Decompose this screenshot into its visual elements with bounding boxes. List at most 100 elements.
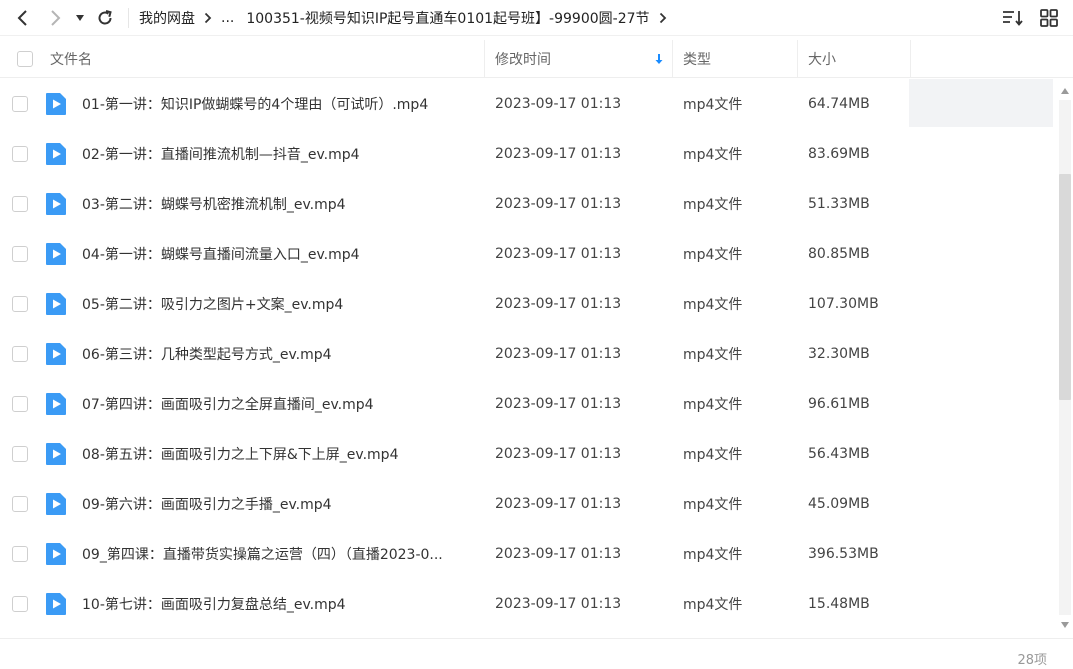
file-type: mp4文件	[683, 247, 743, 263]
file-name[interactable]: 05-第二讲：吸引力之图片+文案_ev.mp4	[82, 294, 343, 314]
scroll-up-icon[interactable]	[1060, 86, 1070, 96]
sort-button[interactable]	[1001, 6, 1025, 30]
column-header-name[interactable]: 文件名	[50, 39, 485, 78]
file-size: 56.43MB	[808, 446, 870, 462]
back-button[interactable]	[8, 3, 38, 33]
header-select-all	[0, 40, 50, 78]
item-count: 28项	[1017, 653, 1047, 668]
column-header-modified[interactable]: 修改时间	[485, 39, 673, 78]
row-checkbox-cell	[0, 446, 50, 462]
video-file-icon	[46, 93, 66, 115]
chevron-right-icon	[659, 12, 667, 24]
video-file-icon	[46, 443, 66, 465]
file-name-cell[interactable]: 10-第七讲：画面吸引力复盘总结_ev.mp4	[46, 592, 485, 616]
file-name-cell[interactable]: 09_第四课：直播带货实操篇之运营（四）（直播2023-0...	[46, 542, 485, 566]
toolbar-right	[1001, 6, 1061, 30]
file-list-header: 文件名 修改时间 类型 大小	[0, 39, 1073, 78]
row-checkbox[interactable]	[12, 196, 28, 212]
forward-button[interactable]	[40, 3, 70, 33]
refresh-button[interactable]	[90, 3, 120, 33]
breadcrumb-current[interactable]: 100351-视频号知识IP起号直通车0101起号班】-99900圆-27节	[246, 8, 649, 28]
file-row[interactable]: 09_第四课：直播带货实操篇之运营（四）（直播2023-0... 2023-09…	[0, 529, 1056, 579]
row-checkbox[interactable]	[12, 396, 28, 412]
file-size: 80.85MB	[808, 246, 870, 262]
file-row[interactable]: 05-第二讲：吸引力之图片+文案_ev.mp4 2023-09-17 01:13…	[0, 279, 1056, 329]
file-name[interactable]: 09-第六讲：画面吸引力之手播_ev.mp4	[82, 494, 332, 514]
row-checkbox[interactable]	[12, 546, 28, 562]
file-name[interactable]: 09_第四课：直播带货实操篇之运营（四）（直播2023-0...	[82, 544, 443, 564]
video-file-icon	[46, 243, 66, 265]
scroll-down-icon[interactable]	[1060, 620, 1070, 630]
file-type: mp4文件	[683, 597, 743, 613]
file-name-cell[interactable]: 06-第三讲：几种类型起号方式_ev.mp4	[46, 342, 485, 366]
vertical-scrollbar[interactable]	[1057, 80, 1073, 635]
file-row[interactable]: 08-第五讲：画面吸引力之上下屏&下上屏_ev.mp4 2023-09-17 0…	[0, 429, 1056, 479]
file-name-cell[interactable]: 02-第一讲：直播间推流机制—抖音_ev.mp4	[46, 142, 485, 166]
file-modified: 2023-09-17 01:13	[495, 596, 622, 612]
file-size: 45.09MB	[808, 496, 870, 512]
breadcrumb-root[interactable]: 我的网盘	[139, 8, 195, 28]
file-name[interactable]: 02-第一讲：直播间推流机制—抖音_ev.mp4	[82, 144, 360, 164]
file-modified: 2023-09-17 01:13	[495, 396, 622, 412]
file-modified: 2023-09-17 01:13	[495, 546, 622, 562]
row-checkbox[interactable]	[12, 446, 28, 462]
row-checkbox[interactable]	[12, 596, 28, 612]
file-row[interactable]: 09-第六讲：画面吸引力之手播_ev.mp4 2023-09-17 01:13 …	[0, 479, 1056, 529]
row-checkbox[interactable]	[12, 496, 28, 512]
video-file-icon	[46, 193, 66, 215]
file-size: 83.69MB	[808, 146, 870, 162]
forward-icon	[51, 9, 61, 26]
file-name[interactable]: 06-第三讲：几种类型起号方式_ev.mp4	[82, 344, 332, 364]
file-name[interactable]: 03-第二讲：蝴蝶号机密推流机制_ev.mp4	[82, 194, 346, 214]
file-row[interactable]: 07-第四讲：画面吸引力之全屏直播间_ev.mp4 2023-09-17 01:…	[0, 379, 1056, 429]
file-row[interactable]: 06-第三讲：几种类型起号方式_ev.mp4 2023-09-17 01:13 …	[0, 329, 1056, 379]
file-name-cell[interactable]: 03-第二讲：蝴蝶号机密推流机制_ev.mp4	[46, 192, 485, 216]
row-checkbox[interactable]	[12, 96, 28, 112]
file-name[interactable]: 08-第五讲：画面吸引力之上下屏&下上屏_ev.mp4	[82, 444, 398, 464]
file-size: 15.48MB	[808, 596, 870, 612]
file-row[interactable]: 03-第二讲：蝴蝶号机密推流机制_ev.mp4 2023-09-17 01:13…	[0, 179, 1056, 229]
row-checkbox-cell	[0, 346, 50, 362]
file-name[interactable]: 04-第一讲：蝴蝶号直播间流量入口_ev.mp4	[82, 244, 360, 264]
toolbar: 我的网盘 ... 100351-视频号知识IP起号直通车0101起号班】-999…	[0, 0, 1073, 36]
file-name-cell[interactable]: 08-第五讲：画面吸引力之上下屏&下上屏_ev.mp4	[46, 442, 485, 466]
file-size: 51.33MB	[808, 196, 870, 212]
file-type: mp4文件	[683, 97, 743, 113]
file-modified: 2023-09-17 01:13	[495, 246, 622, 262]
row-checkbox[interactable]	[12, 346, 28, 362]
breadcrumb-ellipsis[interactable]: ...	[221, 10, 234, 26]
file-type: mp4文件	[683, 547, 743, 563]
scrollbar-thumb[interactable]	[1059, 174, 1071, 400]
sort-icon	[1003, 11, 1023, 26]
history-dropdown-button[interactable]	[70, 3, 90, 33]
column-header-size[interactable]: 大小	[798, 39, 911, 78]
file-type: mp4文件	[683, 347, 743, 363]
file-row[interactable]: 02-第一讲：直播间推流机制—抖音_ev.mp4 2023-09-17 01:1…	[0, 129, 1056, 179]
file-name-cell[interactable]: 05-第二讲：吸引力之图片+文案_ev.mp4	[46, 292, 485, 316]
column-header-type-label: 类型	[683, 51, 711, 68]
file-name[interactable]: 10-第七讲：画面吸引力复盘总结_ev.mp4	[82, 594, 346, 614]
status-bar: 28项	[0, 638, 1073, 669]
grid-view-button[interactable]	[1037, 6, 1061, 30]
file-row[interactable]: 10-第七讲：画面吸引力复盘总结_ev.mp4 2023-09-17 01:13…	[0, 579, 1056, 629]
file-modified: 2023-09-17 01:13	[495, 296, 622, 312]
file-name-cell[interactable]: 01-第一讲：知识IP做蝴蝶号的4个理由（可试听）.mp4	[46, 92, 485, 116]
video-file-icon	[46, 393, 66, 415]
file-name-cell[interactable]: 09-第六讲：画面吸引力之手播_ev.mp4	[46, 492, 485, 516]
file-size: 396.53MB	[808, 546, 879, 562]
row-checkbox[interactable]	[12, 296, 28, 312]
column-header-modified-label: 修改时间	[495, 51, 551, 68]
file-modified: 2023-09-17 01:13	[495, 146, 622, 162]
file-name[interactable]: 07-第四讲：画面吸引力之全屏直播间_ev.mp4	[82, 394, 374, 414]
file-name-cell[interactable]: 04-第一讲：蝴蝶号直播间流量入口_ev.mp4	[46, 242, 485, 266]
file-name[interactable]: 01-第一讲：知识IP做蝴蝶号的4个理由（可试听）.mp4	[82, 94, 428, 114]
file-type: mp4文件	[683, 497, 743, 513]
select-all-checkbox[interactable]	[17, 50, 33, 67]
file-size: 96.61MB	[808, 396, 870, 412]
file-row[interactable]: 04-第一讲：蝴蝶号直播间流量入口_ev.mp4 2023-09-17 01:1…	[0, 229, 1056, 279]
row-checkbox[interactable]	[12, 146, 28, 162]
column-header-type[interactable]: 类型	[673, 39, 798, 78]
file-name-cell[interactable]: 07-第四讲：画面吸引力之全屏直播间_ev.mp4	[46, 392, 485, 416]
file-row[interactable]: 01-第一讲：知识IP做蝴蝶号的4个理由（可试听）.mp4 2023-09-17…	[0, 79, 1056, 129]
row-checkbox[interactable]	[12, 246, 28, 262]
